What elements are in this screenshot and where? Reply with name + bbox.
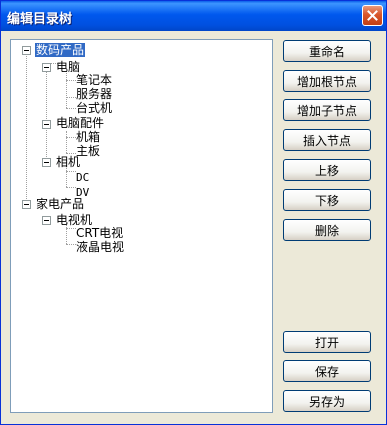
tree-node-lcd-tv[interactable]: 液晶电视 [75, 239, 125, 255]
tree-node-dc[interactable]: DC [75, 170, 90, 186]
tree-connector [26, 51, 27, 207]
tree-connector [66, 131, 67, 153]
minus-expander-icon[interactable] [22, 200, 31, 209]
tree-node-desktop[interactable]: 台式机 [75, 100, 113, 116]
save-as-button[interactable]: 另存为 [283, 390, 371, 412]
minus-expander-icon[interactable] [42, 216, 51, 225]
catalog-tree[interactable]: 数码产品 电脑 笔记本 服务器 台式机 电脑配件 机箱 主板 相机 DC DV … [10, 39, 273, 413]
edit-tree-dialog: 编辑目录树 数码产品 电脑 笔记本 服务器 台式机 电脑配件 机箱 主板 相机 … [0, 0, 387, 425]
delete-button[interactable]: 删除 [283, 219, 371, 241]
window-title: 编辑目录树 [7, 12, 73, 27]
minus-expander-icon[interactable] [22, 46, 31, 55]
save-button[interactable]: 保存 [283, 360, 371, 382]
insert-node-button[interactable]: 插入节点 [283, 129, 371, 151]
minus-expander-icon[interactable] [42, 158, 51, 167]
tree-node-home-appliances[interactable]: 家电产品 [35, 196, 85, 212]
rename-button[interactable]: 重命名 [283, 40, 371, 62]
minus-expander-icon[interactable] [42, 63, 51, 72]
tree-node-camera[interactable]: 相机 [55, 154, 81, 170]
title-bar[interactable]: 编辑目录树 [1, 1, 386, 31]
move-up-button[interactable]: 上移 [283, 159, 371, 181]
add-root-node-button[interactable]: 增加根节点 [283, 70, 371, 92]
tree-connector [46, 68, 47, 159]
close-button[interactable] [362, 5, 383, 26]
minus-expander-icon[interactable] [42, 120, 51, 129]
close-icon [367, 10, 378, 21]
open-button[interactable]: 打开 [283, 331, 371, 353]
move-down-button[interactable]: 下移 [283, 189, 371, 211]
tree-node-digital-products[interactable]: 数码产品 [35, 42, 86, 58]
add-child-node-button[interactable]: 增加子节点 [283, 99, 371, 121]
